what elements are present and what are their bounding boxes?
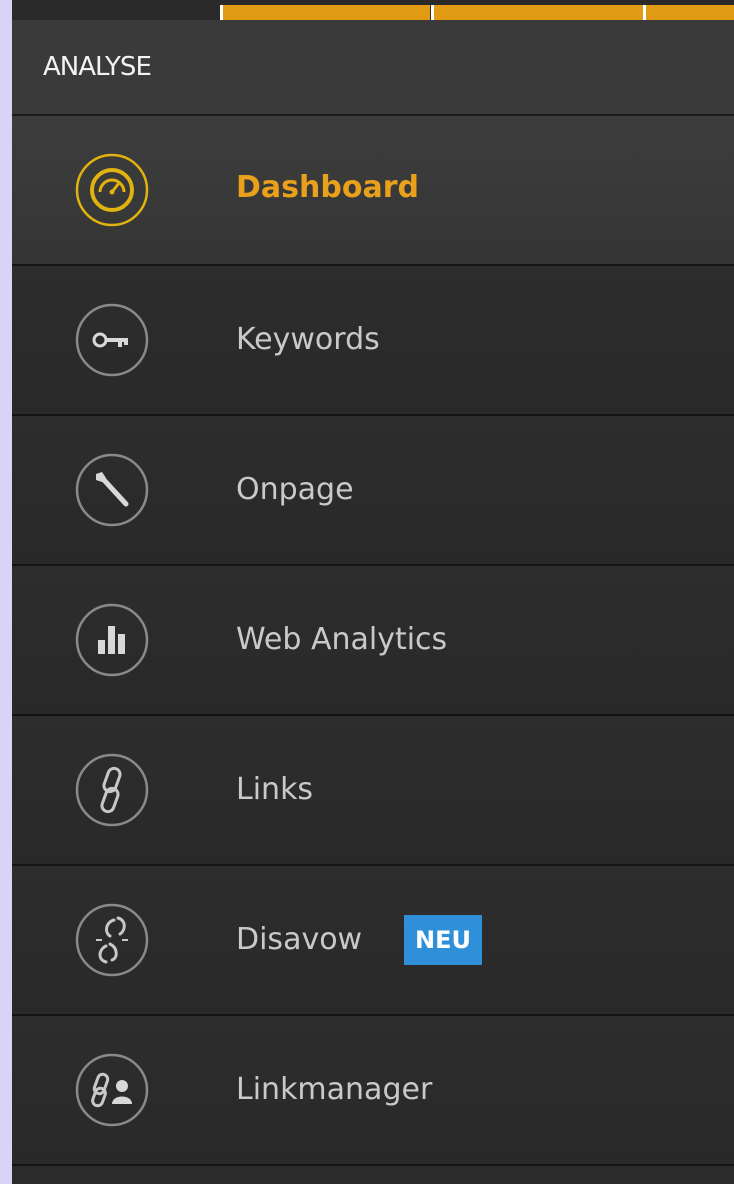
bar-chart-icon: [74, 602, 150, 678]
progress-strip: [12, 0, 734, 20]
nav-label-links: Links: [236, 772, 314, 807]
broken-link-icon: [74, 902, 150, 978]
progress-divider-3: [643, 5, 646, 20]
nav-item-linkmanager[interactable]: Linkmanager: [12, 1016, 734, 1166]
speedometer-icon: [74, 152, 150, 228]
nav-item-keywords[interactable]: Keywords: [12, 266, 734, 416]
new-badge: NEU: [404, 915, 482, 965]
link-icon: [74, 752, 150, 828]
progress-segment-3: [646, 5, 734, 20]
link-user-icon: [74, 1052, 150, 1128]
nav-item-links[interactable]: Links: [12, 716, 734, 866]
nav-label-onpage: Onpage: [236, 472, 354, 507]
progress-segment-1: [220, 5, 430, 20]
progress-segment-2: [433, 5, 643, 20]
nav-item-onpage[interactable]: Onpage: [12, 416, 734, 566]
list-bottom-edge: [12, 1166, 734, 1184]
section-header: ANALYSE: [12, 20, 734, 116]
section-title: ANALYSE: [43, 52, 152, 82]
nav-label-dashboard: Dashboard: [236, 170, 419, 205]
nav-list: Dashboard Keywords Onpage Web Analytics …: [12, 116, 734, 1184]
key-icon: [74, 302, 150, 378]
progress-divider-1: [220, 5, 223, 20]
nav-item-disavow[interactable]: Disavow NEU: [12, 866, 734, 1016]
progress-divider-2: [431, 5, 434, 20]
nav-label-web-analytics: Web Analytics: [236, 622, 448, 657]
wrench-icon: [74, 452, 150, 528]
nav-item-dashboard[interactable]: Dashboard: [12, 116, 734, 266]
nav-label-disavow: Disavow: [236, 922, 363, 957]
sidebar-panel: ANALYSE Dashboard Keywords Onpage Web An…: [12, 0, 734, 1184]
nav-label-linkmanager: Linkmanager: [236, 1072, 433, 1107]
nav-label-keywords: Keywords: [236, 322, 380, 357]
nav-item-web-analytics[interactable]: Web Analytics: [12, 566, 734, 716]
